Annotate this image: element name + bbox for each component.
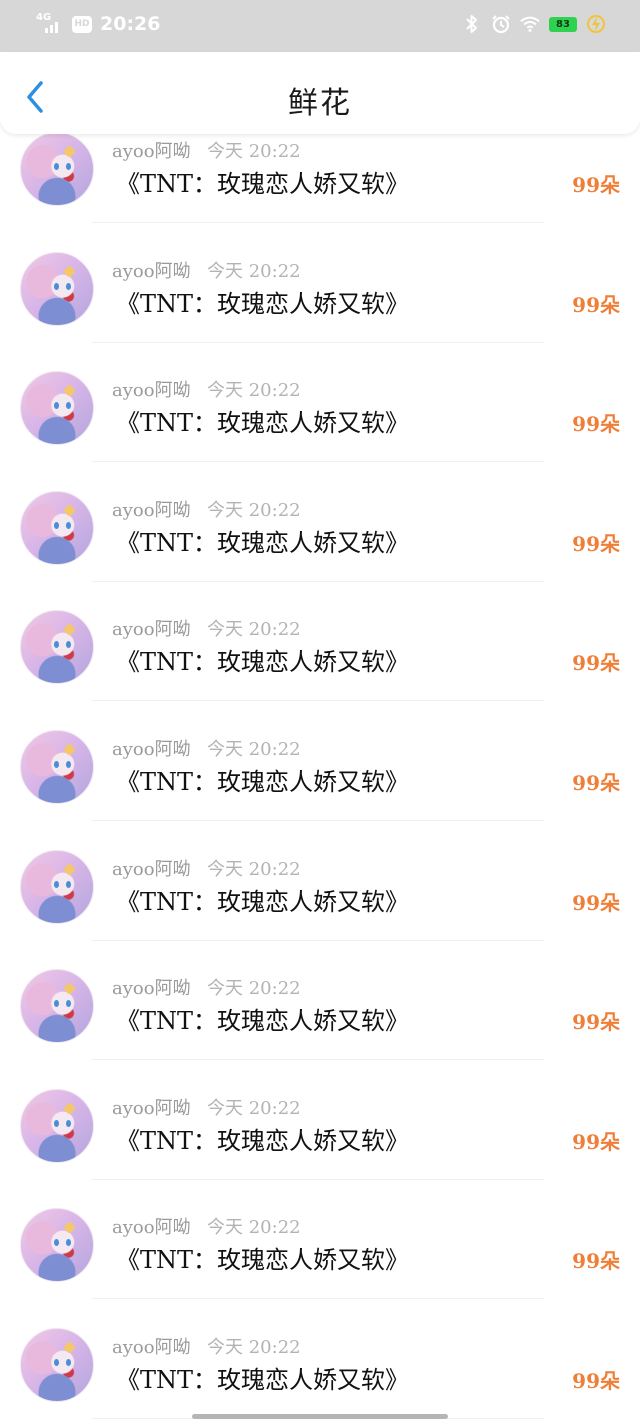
flower-count: 99朵 <box>572 1249 620 1274</box>
hd-icon: HD <box>72 15 92 33</box>
divider <box>92 1298 544 1300</box>
user-name[interactable]: ayoo阿呦 <box>112 257 191 283</box>
wifi-icon <box>520 13 540 35</box>
divider <box>92 820 544 821</box>
avatar[interactable] <box>20 371 94 446</box>
avatar[interactable] <box>20 1208 94 1283</box>
list-item[interactable]: ayoo阿呦 今天 20:22 《TNT：玫瑰恋人娇又软》 99朵 <box>0 251 640 371</box>
divider <box>92 222 544 223</box>
user-name[interactable]: ayoo阿呦 <box>112 376 191 402</box>
flower-count: 99朵 <box>572 1010 620 1035</box>
user-name[interactable]: ayoo阿呦 <box>112 615 191 641</box>
list-item[interactable]: ayoo阿呦 今天 20:22 《TNT：玫瑰恋人娇又软》 99朵 <box>0 1088 640 1208</box>
flower-count: 99朵 <box>572 292 620 317</box>
flower-count: 99朵 <box>572 771 620 795</box>
list-item[interactable]: ayoo阿呦 今天 20:22 《TNT：玫瑰恋人娇又软》 99朵 <box>0 729 640 849</box>
avatar[interactable] <box>20 1088 94 1163</box>
home-indicator[interactable] <box>192 1414 448 1419</box>
bluetooth-icon <box>462 13 482 35</box>
user-name[interactable]: ayoo阿呦 <box>112 974 191 1000</box>
timestamp: 今天 20:22 <box>207 978 301 1000</box>
timestamp: 今天 20:22 <box>207 1337 301 1358</box>
avatar[interactable] <box>20 132 94 206</box>
list-item[interactable]: ayoo阿呦 今天 20:22 《TNT：玫瑰恋人娇又软》 99朵 <box>0 490 640 610</box>
flower-count: 99朵 <box>572 173 620 197</box>
book-title[interactable]: 《TNT：玫瑰恋人娇又软》 <box>116 403 409 438</box>
flower-count: 99朵 <box>572 1369 620 1393</box>
user-name[interactable]: ayoo阿呦 <box>112 1213 191 1239</box>
book-title[interactable]: 《TNT：玫瑰恋人娇又软》 <box>116 164 409 199</box>
list-item[interactable]: ayoo阿呦 今天 20:22 《TNT：玫瑰恋人娇又软》 99朵 <box>0 849 640 969</box>
timestamp: 今天 20:22 <box>207 380 301 402</box>
list-item[interactable]: ayoo阿呦 今天 20:22 《TNT：玫瑰恋人娇又软》 99朵 <box>0 1207 640 1327</box>
avatar[interactable] <box>20 251 94 326</box>
divider <box>92 580 544 582</box>
divider <box>92 939 544 941</box>
flower-count: 99朵 <box>572 1129 620 1154</box>
navigation-header: 鲜花 <box>0 52 640 134</box>
flower-count: 99朵 <box>572 890 620 915</box>
divider <box>92 341 544 343</box>
book-title[interactable]: 《TNT：玫瑰恋人娇又软》 <box>116 523 409 558</box>
user-name[interactable]: ayoo阿呦 <box>112 855 191 881</box>
list-item[interactable]: ayoo阿呦 今天 20:22 《TNT：玫瑰恋人娇又软》 99朵 <box>0 609 640 729</box>
page-title: 鲜花 <box>288 86 352 121</box>
divider <box>92 1059 544 1061</box>
timestamp: 今天 20:22 <box>207 141 301 162</box>
book-title[interactable]: 《TNT：玫瑰恋人娇又软》 <box>116 1360 409 1395</box>
avatar[interactable] <box>20 849 94 924</box>
flower-count: 99朵 <box>572 412 620 437</box>
book-title[interactable]: 《TNT：玫瑰恋人娇又软》 <box>116 1240 409 1275</box>
avatar[interactable] <box>20 610 94 685</box>
avatar[interactable] <box>20 969 94 1044</box>
flower-count: 99朵 <box>572 531 620 556</box>
list-item[interactable]: ayoo阿呦 今天 20:22 《TNT：玫瑰恋人娇又软》 99朵 <box>0 131 640 251</box>
user-name[interactable]: ayoo阿呦 <box>112 1094 191 1120</box>
battery-icon: 83 <box>549 16 577 32</box>
status-bar: 4G HD 20:26 83 <box>0 0 640 52</box>
list-item[interactable]: ayoo阿呦 今天 20:22 《TNT：玫瑰恋人娇又软》 99朵 <box>0 968 640 1088</box>
user-name[interactable]: ayoo阿呦 <box>112 735 191 761</box>
book-title[interactable]: 《TNT：玫瑰恋人娇又软》 <box>116 642 409 677</box>
divider <box>92 461 544 463</box>
timestamp: 今天 20:22 <box>207 739 301 760</box>
timestamp: 今天 20:22 <box>207 1097 301 1119</box>
timestamp: 今天 20:22 <box>207 499 301 521</box>
flower-record-list[interactable]: ayoo阿呦 今天 20:22 《TNT：玫瑰恋人娇又软》 99朵 ayoo阿呦… <box>0 0 640 1422</box>
timestamp: 今天 20:22 <box>207 858 301 880</box>
avatar[interactable] <box>20 730 94 804</box>
avatar[interactable] <box>20 1328 94 1402</box>
divider <box>92 1178 544 1180</box>
timestamp: 今天 20:22 <box>207 619 301 641</box>
book-title[interactable]: 《TNT：玫瑰恋人娇又软》 <box>116 284 409 319</box>
book-title[interactable]: 《TNT：玫瑰恋人娇又软》 <box>116 1001 409 1036</box>
alarm-icon <box>491 13 511 35</box>
book-title[interactable]: 《TNT：玫瑰恋人娇又软》 <box>116 882 409 917</box>
charging-icon <box>586 13 606 35</box>
book-title[interactable]: 《TNT：玫瑰恋人娇又软》 <box>116 762 409 797</box>
signal-icon: 4G <box>36 12 62 36</box>
timestamp: 今天 20:22 <box>207 260 301 282</box>
flower-count: 99朵 <box>572 651 620 676</box>
divider <box>92 700 544 702</box>
status-time: 20:26 <box>100 13 161 35</box>
book-title[interactable]: 《TNT：玫瑰恋人娇又软》 <box>116 1121 409 1156</box>
avatar[interactable] <box>20 490 94 565</box>
list-item[interactable]: ayoo阿呦 今天 20:22 《TNT：玫瑰恋人娇又软》 99朵 <box>0 1327 640 1422</box>
timestamp: 今天 20:22 <box>207 1217 301 1239</box>
list-item[interactable]: ayoo阿呦 今天 20:22 《TNT：玫瑰恋人娇又软》 99朵 <box>0 370 640 490</box>
user-name[interactable]: ayoo阿呦 <box>112 137 191 163</box>
user-name[interactable]: ayoo阿呦 <box>112 1333 191 1359</box>
user-name[interactable]: ayoo阿呦 <box>112 496 191 522</box>
